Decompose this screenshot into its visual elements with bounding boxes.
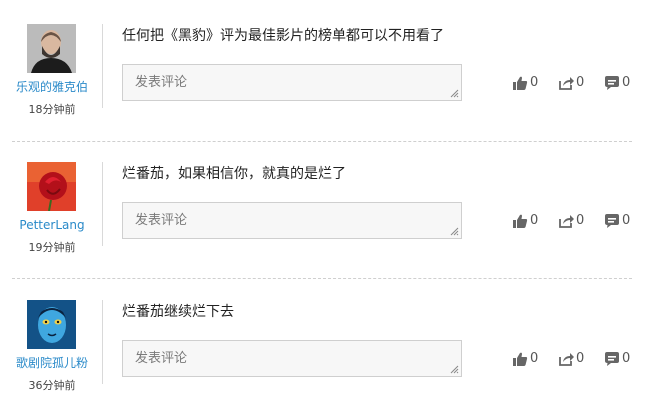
share-icon — [559, 353, 574, 366]
comment-item: 歌剧院孤儿粉 36分钟前 烂番茄继续烂下去 发表评论 0 0 0 — [0, 276, 657, 414]
like-count: 0 — [530, 351, 539, 366]
reply-input[interactable]: 发表评论 — [122, 340, 462, 377]
reply-input[interactable]: 发表评论 — [122, 202, 462, 239]
reply-count: 0 — [622, 213, 631, 228]
reply-placeholder: 发表评论 — [135, 75, 188, 90]
share-count: 0 — [576, 75, 585, 90]
timestamp: 18分钟前 — [28, 103, 76, 116]
reply-input[interactable]: 发表评论 — [122, 64, 462, 101]
speech-bubble-icon — [605, 214, 619, 228]
timestamp: 19分钟前 — [28, 241, 76, 254]
avatar-image — [27, 300, 76, 349]
comment-text: 烂番茄继续烂下去 — [122, 304, 234, 320]
avatar[interactable] — [27, 24, 76, 73]
avatar-image — [27, 162, 76, 211]
comment-text: 烂番茄，如果相信你，就真的是烂了 — [122, 166, 346, 182]
username[interactable]: PetterLang — [0, 217, 104, 233]
reply-placeholder: 发表评论 — [135, 351, 188, 366]
avatar[interactable] — [27, 162, 76, 211]
thumbs-up-icon — [513, 76, 528, 90]
reply-placeholder: 发表评论 — [135, 213, 188, 228]
share-count: 0 — [576, 213, 585, 228]
timestamp: 36分钟前 — [28, 379, 76, 392]
reply-count: 0 — [622, 351, 631, 366]
share-icon — [559, 215, 574, 228]
share-icon — [559, 77, 574, 90]
like-count: 0 — [530, 213, 539, 228]
username[interactable]: 歌剧院孤儿粉 — [0, 355, 104, 371]
avatar[interactable] — [27, 300, 76, 349]
username[interactable]: 乐观的雅克伯 — [0, 79, 104, 95]
thumbs-up-icon — [513, 352, 528, 366]
comment-text: 任何把《黑豹》评为最佳影片的榜单都可以不用看了 — [122, 28, 444, 44]
like-count: 0 — [530, 75, 539, 90]
reply-count: 0 — [622, 75, 631, 90]
share-count: 0 — [576, 351, 585, 366]
speech-bubble-icon — [605, 76, 619, 90]
speech-bubble-icon — [605, 352, 619, 366]
separator — [102, 300, 103, 384]
comment-item: PetterLang 19分钟前 烂番茄，如果相信你，就真的是烂了 发表评论 0… — [0, 138, 657, 276]
resize-grip-icon[interactable] — [450, 365, 459, 374]
resize-grip-icon[interactable] — [450, 89, 459, 98]
thumbs-up-icon — [513, 214, 528, 228]
separator — [102, 24, 103, 108]
avatar-image — [27, 24, 76, 73]
comment-item: 乐观的雅克伯 18分钟前 任何把《黑豹》评为最佳影片的榜单都可以不用看了 发表评… — [0, 0, 657, 138]
resize-grip-icon[interactable] — [450, 227, 459, 236]
separator — [102, 162, 103, 246]
